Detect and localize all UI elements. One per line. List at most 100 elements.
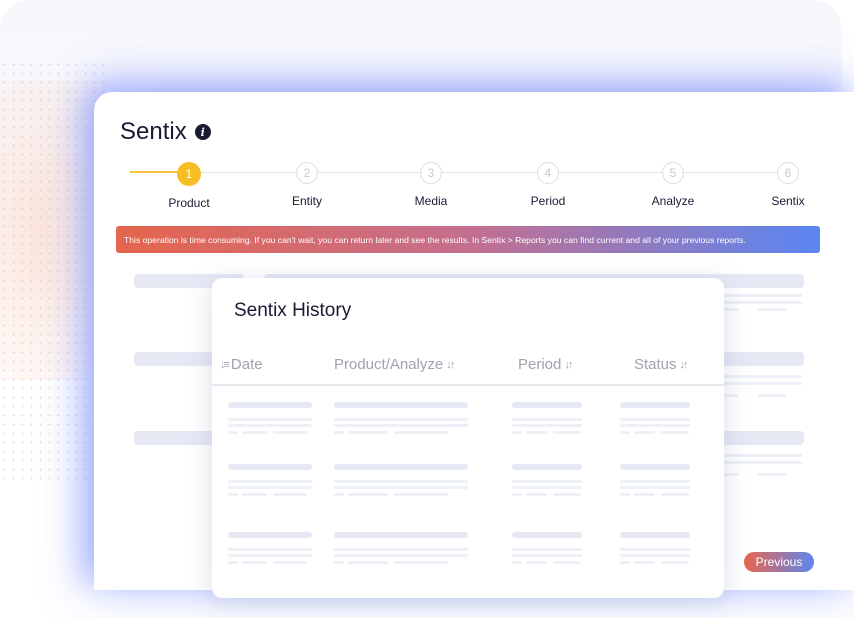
skeleton-cell — [512, 402, 582, 408]
skeleton-line — [242, 561, 268, 564]
column-header-label: Date — [230, 356, 263, 373]
skeleton-cell — [334, 402, 468, 408]
skeleton-line — [512, 486, 582, 489]
column-header-status[interactable]: Status ↓↑ — [634, 356, 689, 373]
skeleton-line — [512, 418, 582, 421]
step-number: 2 — [296, 162, 318, 184]
skeleton-line — [718, 382, 802, 385]
skeleton-line — [228, 418, 312, 421]
skeleton-bar — [718, 431, 804, 445]
sort-icon: ↓↑ — [564, 358, 573, 371]
skeleton-line — [620, 431, 630, 434]
skeleton-line — [620, 418, 690, 421]
skeleton-line — [758, 394, 786, 397]
skeleton-line — [228, 493, 238, 496]
skeleton-line — [553, 431, 581, 434]
column-header-label: Status — [634, 356, 677, 373]
skeleton-line — [228, 431, 238, 434]
step-label: Period — [530, 194, 566, 208]
skeleton-line — [634, 561, 655, 564]
page-title: Sentix i — [120, 118, 211, 146]
skeleton-line — [273, 493, 307, 496]
step-number: 3 — [420, 162, 442, 184]
skeleton-line — [718, 461, 802, 464]
skeleton-cell — [620, 402, 690, 408]
skeleton-line — [394, 561, 448, 564]
skeleton-line — [634, 493, 655, 496]
sort-icon: ↓↑ — [679, 358, 689, 371]
skeleton-line — [512, 493, 522, 496]
skeleton-line — [512, 561, 522, 564]
skeleton-line — [620, 548, 690, 551]
skeleton-line — [394, 493, 448, 496]
info-icon[interactable]: i — [194, 124, 211, 140]
step-period[interactable]: 4 Period — [503, 162, 593, 208]
step-media[interactable]: 3 Media — [386, 162, 476, 208]
skeleton-line — [620, 493, 630, 496]
skeleton-line — [620, 561, 630, 564]
skeleton-line — [512, 424, 582, 427]
skeleton-line — [553, 493, 581, 496]
skeleton-line — [334, 486, 468, 489]
skeleton-line — [526, 493, 547, 496]
skeleton-line — [242, 431, 268, 434]
step-sentix[interactable]: 6 Sentix — [743, 162, 833, 208]
skeleton-line — [512, 548, 582, 551]
skeleton-line — [620, 486, 690, 489]
column-header-date[interactable]: ↓≡ Date — [220, 356, 263, 373]
step-label: Entity — [291, 194, 322, 208]
skeleton-line — [228, 424, 312, 427]
skeleton-line — [242, 493, 268, 496]
skeleton-cell — [620, 532, 690, 538]
page-title-text: Sentix — [120, 118, 187, 145]
column-header-product-analyze[interactable]: Product/Analyze ↓↑ — [334, 356, 455, 373]
skeleton-cell — [334, 532, 468, 538]
skeleton-bar — [134, 431, 214, 445]
skeleton-cell — [228, 402, 312, 408]
column-header-period[interactable]: Period ↓↑ — [518, 356, 573, 373]
column-header-label: Product/Analyze — [334, 356, 444, 373]
step-label: Media — [414, 194, 448, 208]
step-number: 4 — [537, 162, 559, 184]
skeleton-line — [228, 554, 312, 557]
skeleton-line — [620, 424, 690, 427]
skeleton-line — [348, 431, 389, 434]
skeleton-bar — [134, 352, 214, 366]
skeleton-line — [620, 480, 690, 483]
skeleton-line — [634, 431, 655, 434]
skeleton-line — [228, 561, 238, 564]
sort-icon: ↓↑ — [446, 358, 455, 371]
step-number: 1 — [177, 162, 201, 186]
skeleton-line — [334, 424, 468, 427]
skeleton-line — [718, 294, 802, 297]
skeleton-line — [334, 418, 468, 421]
sentix-history-panel: Sentix History ↓≡ Date Product/Analyze ↓… — [212, 278, 724, 598]
previous-button[interactable]: Previous — [744, 552, 814, 572]
step-label: Analyze — [651, 194, 695, 208]
step-product[interactable]: 1 Product — [144, 162, 234, 210]
skeleton-cell — [334, 464, 468, 470]
skeleton-line — [661, 493, 689, 496]
header-divider — [212, 384, 724, 386]
skeleton-line — [348, 493, 389, 496]
step-analyze[interactable]: 5 Analyze — [628, 162, 718, 208]
skeleton-line — [512, 480, 582, 483]
step-label: Sentix — [771, 194, 805, 208]
skeleton-cell — [512, 464, 582, 470]
skeleton-line — [512, 431, 522, 434]
step-label: Product — [168, 196, 210, 210]
skeleton-line — [228, 486, 312, 489]
skeleton-line — [758, 473, 786, 476]
sort-desc-icon: ↓≡ — [220, 358, 230, 371]
skeleton-line — [512, 554, 582, 557]
step-entity[interactable]: 2 Entity — [262, 162, 352, 208]
skeleton-line — [273, 561, 307, 564]
skeleton-cell — [512, 532, 582, 538]
skeleton-line — [718, 375, 802, 378]
skeleton-line — [661, 431, 689, 434]
time-consuming-notice: This operation is time consuming. If you… — [116, 226, 820, 253]
skeleton-line — [394, 431, 448, 434]
skeleton-line — [334, 480, 468, 483]
skeleton-line — [620, 554, 690, 557]
skeleton-cell — [228, 532, 312, 538]
